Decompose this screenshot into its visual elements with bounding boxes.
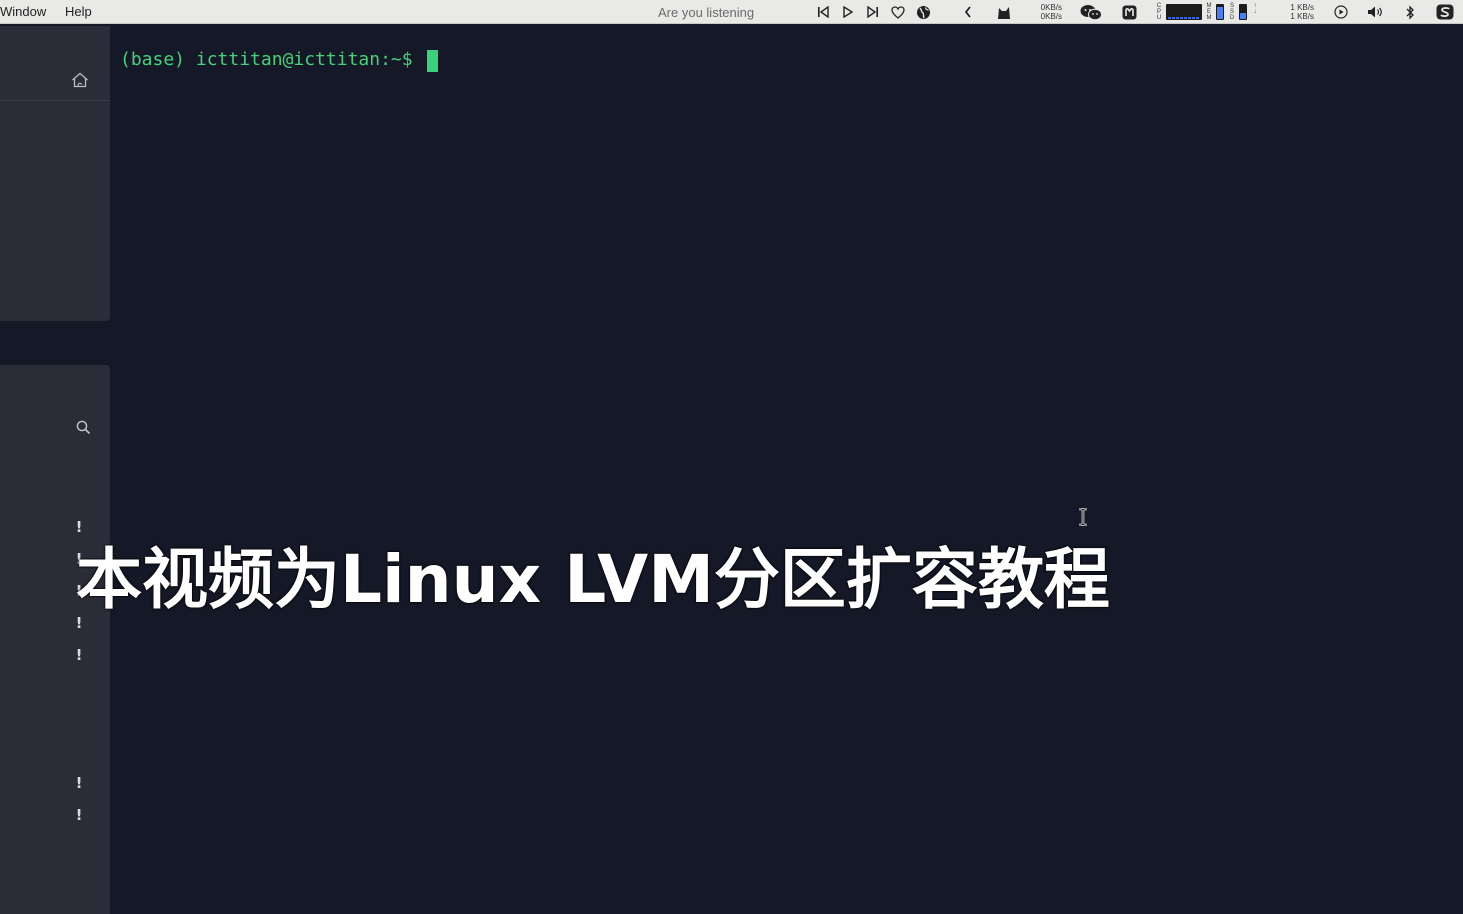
text-cursor-icon — [1078, 507, 1088, 531]
next-track-icon[interactable] — [865, 3, 881, 21]
menu-app-icon[interactable] — [1435, 3, 1455, 21]
alert-indicator[interactable]: ! — [75, 519, 83, 535]
prev-track-icon[interactable] — [815, 3, 831, 21]
net-up-right: 1 KB/s — [1290, 3, 1314, 12]
sidebar-top-panel — [0, 26, 110, 321]
cat-icon[interactable] — [995, 3, 1013, 21]
disk-bar[interactable] — [1239, 4, 1247, 20]
network-speed-right: 1 KB/s 1 KB/s — [1280, 3, 1314, 21]
play-circle-icon[interactable] — [1333, 3, 1349, 21]
net-up-left: 0KB/s — [1040, 3, 1062, 12]
cpu-label: CPU — [1156, 3, 1162, 21]
menu-bar: Window Help Are you listening 0KB/s 0KB/… — [0, 0, 1463, 24]
menu-help[interactable]: Help — [65, 4, 92, 20]
terminal-cursor — [427, 50, 438, 72]
memory-bar[interactable] — [1216, 4, 1224, 20]
alert-indicator[interactable]: ! — [75, 647, 83, 663]
alert-indicator[interactable]: ! — [75, 775, 83, 791]
net-down-left: 0KB/s — [1040, 12, 1062, 21]
shell-prompt: (base) icttitan@icttitan:~$ — [120, 49, 413, 70]
bluetooth-icon[interactable] — [1403, 3, 1417, 21]
heart-icon[interactable] — [890, 3, 906, 21]
app-icon[interactable] — [1120, 3, 1138, 21]
play-icon[interactable] — [840, 3, 856, 21]
menu-window[interactable]: Window — [0, 4, 46, 20]
video-subtitle: 本视频为Linux LVM分区扩容教程 — [76, 541, 1110, 618]
now-playing-title[interactable]: Are you listening — [658, 5, 754, 21]
chevron-left-icon[interactable] — [962, 3, 974, 21]
volume-icon[interactable] — [1366, 3, 1386, 21]
alert-indicator[interactable]: ! — [75, 807, 83, 823]
mem-label: MEM — [1206, 3, 1212, 21]
net-down-right: 1 KB/s — [1290, 12, 1314, 21]
search-icon[interactable] — [76, 420, 91, 440]
sidebar-divider — [0, 100, 110, 101]
home-icon[interactable] — [71, 72, 89, 93]
network-speed-left: 0KB/s 0KB/s — [1030, 3, 1062, 21]
net-label: ↑ ↓ — [1253, 3, 1257, 15]
wechat-icon[interactable] — [1080, 3, 1102, 21]
ssd-label: SSD — [1229, 3, 1235, 21]
terminal-pane[interactable]: (base) icttitan@icttitan:~$ — [110, 26, 1463, 914]
globe-icon[interactable] — [915, 3, 931, 21]
sidebar-bottom-panel: ! ! ! ! ! ! ! — [0, 365, 110, 914]
cpu-graph[interactable] — [1166, 4, 1202, 20]
